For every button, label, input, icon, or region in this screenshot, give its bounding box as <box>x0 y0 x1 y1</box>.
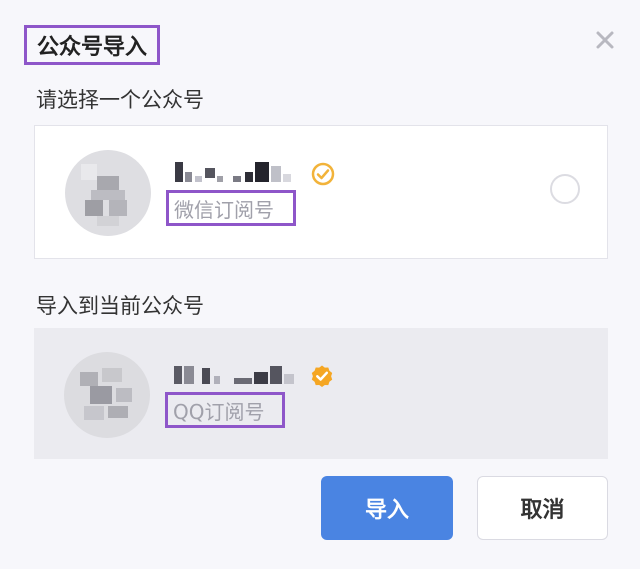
current-account-label: 导入到当前公众号 <box>36 294 204 318</box>
account-type-label: QQ订阅号 <box>165 392 285 428</box>
select-account-label: 请选择一个公众号 <box>36 88 204 112</box>
verified-check-icon <box>311 365 333 387</box>
verified-check-icon <box>311 162 335 186</box>
account-type-label: 微信订阅号 <box>166 190 296 226</box>
account-name-redacted <box>174 366 294 384</box>
dialog-title: 公众号导入 <box>24 25 160 65</box>
account-name-redacted <box>175 162 291 182</box>
source-account-card[interactable]: 微信订阅号 <box>34 125 608 259</box>
cancel-button[interactable]: 取消 <box>477 476 608 540</box>
avatar <box>64 352 150 438</box>
select-radio[interactable] <box>550 174 580 204</box>
import-button[interactable]: 导入 <box>321 476 453 540</box>
target-account-card: QQ订阅号 <box>34 328 608 459</box>
close-icon[interactable] <box>593 28 617 52</box>
import-dialog: 公众号导入 请选择一个公众号 微信订阅号 导入到当前公众号 QQ订阅号 导入 取… <box>0 0 640 569</box>
avatar <box>65 150 151 236</box>
